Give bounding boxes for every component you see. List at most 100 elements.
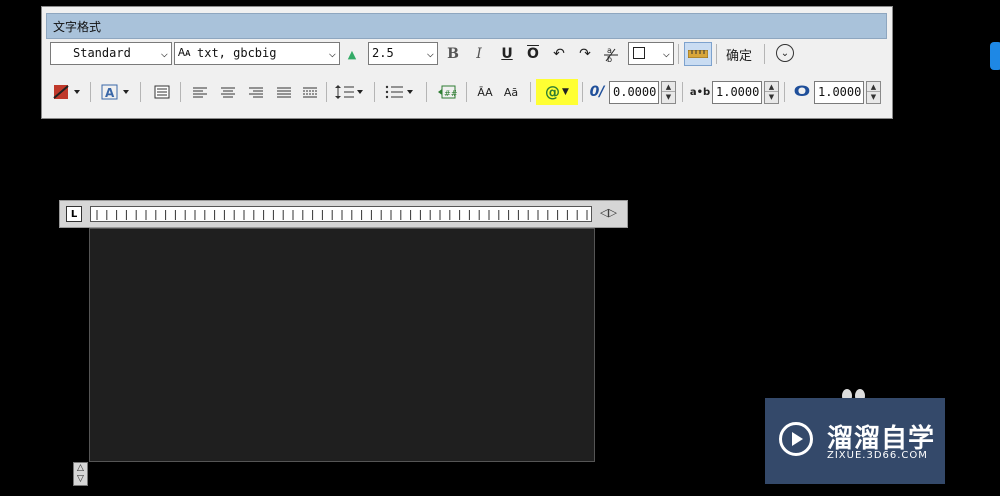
spin-up-icon[interactable]: ▲ xyxy=(662,82,675,92)
spin-down-icon[interactable]: ▼ xyxy=(662,92,675,102)
spin-down-icon[interactable]: ▼ xyxy=(765,92,778,102)
separator xyxy=(582,82,583,102)
font-type-icon: 🗛 xyxy=(178,46,191,59)
paragraph-button[interactable] xyxy=(152,81,172,103)
align-right-icon xyxy=(249,87,263,98)
line-spacing-button[interactable] xyxy=(334,81,368,103)
align-right-button[interactable] xyxy=(246,81,266,103)
tracking-value: 1.0000 xyxy=(716,85,760,99)
separator xyxy=(466,82,467,102)
justify-icon xyxy=(277,87,291,98)
stack-icon[interactable]: ab xyxy=(602,43,620,65)
tracking-input[interactable]: 1.0000 xyxy=(712,81,762,104)
justify-button[interactable] xyxy=(274,81,294,103)
ruler-icon xyxy=(688,50,708,58)
watermark-logo: 溜溜自学 ZIXUE.3D66.COM xyxy=(765,398,945,484)
spin-up-icon[interactable]: ▲ xyxy=(765,82,778,92)
text-height-dropdown[interactable]: 2.5 ⌵ xyxy=(368,42,438,65)
chevron-down-icon: ⌵ xyxy=(426,46,434,60)
numbering-icon xyxy=(385,85,413,99)
oblique-angle-icon: 0/ xyxy=(589,84,605,100)
separator xyxy=(764,44,765,64)
spin-down-icon[interactable]: ▼ xyxy=(867,92,880,102)
style-dropdown[interactable]: Standard ⌵ xyxy=(50,42,172,65)
ruler-scale[interactable] xyxy=(90,206,592,222)
separator xyxy=(426,82,427,102)
symbol-button[interactable]: @ ▼ xyxy=(536,79,578,105)
bold-button[interactable]: B xyxy=(444,43,462,65)
separator xyxy=(326,82,327,102)
separator xyxy=(678,44,679,64)
separator xyxy=(784,82,785,102)
undo-icon[interactable]: ↶ xyxy=(550,43,568,65)
font-dropdown[interactable]: 🗛 txt, gbcbig ⌵ xyxy=(174,42,340,65)
style-value: Standard xyxy=(73,46,131,60)
oblique-angle-input[interactable]: 0.0000 xyxy=(609,81,659,104)
width-factor-value: 1.0000 xyxy=(818,85,862,99)
oblique-angle-value: 0.0000 xyxy=(613,85,657,99)
color-swatch xyxy=(633,47,645,59)
svg-text:b: b xyxy=(607,55,612,63)
justification-icon: A xyxy=(101,84,129,100)
separator xyxy=(682,82,683,102)
ruler-ticks xyxy=(96,210,588,220)
chevron-down-icon: ⌵ xyxy=(160,46,168,60)
columns-button[interactable] xyxy=(52,81,84,103)
tracking-icon: a•b xyxy=(689,86,711,98)
spin-up-icon[interactable]: ▲ xyxy=(867,82,880,92)
play-icon xyxy=(779,422,813,456)
distribute-icon xyxy=(303,87,317,98)
svg-text:A: A xyxy=(105,86,115,100)
height-resize-handle[interactable]: △ ▽ xyxy=(73,462,88,486)
redo-icon[interactable]: ↷ xyxy=(576,43,594,65)
caret-down-icon: ▼ xyxy=(562,87,569,97)
numbering-button[interactable] xyxy=(384,81,418,103)
mtext-editor-area[interactable] xyxy=(89,228,595,462)
lowercase-button[interactable]: Aā xyxy=(500,81,522,103)
columns-icon xyxy=(53,85,80,99)
width-factor-input[interactable]: 1.0000 xyxy=(814,81,864,104)
paragraph-icon xyxy=(154,85,170,99)
tracking-spinner[interactable]: ▲ ▼ xyxy=(764,81,779,104)
color-dropdown[interactable]: ⌵ xyxy=(628,42,674,65)
chevron-down-icon: ⌵ xyxy=(662,46,670,60)
ruler-width-arrows[interactable]: ◁▷ xyxy=(600,206,617,219)
separator xyxy=(716,44,717,64)
font-value: txt, gbcbig xyxy=(197,46,277,60)
width-factor-spinner[interactable]: ▲ ▼ xyxy=(866,81,881,104)
distribute-button[interactable] xyxy=(300,81,320,103)
line-spacing-icon xyxy=(335,85,363,99)
insert-field-icon: ## xyxy=(438,85,457,99)
align-center-button[interactable] xyxy=(218,81,238,103)
symbol-label: @ xyxy=(545,83,561,101)
mtext-justification-button[interactable]: A xyxy=(100,81,134,103)
chevron-down-icon: ⌵ xyxy=(328,46,336,60)
align-left-icon xyxy=(193,87,207,98)
side-panel-tab[interactable] xyxy=(990,42,1000,70)
toolbar-title: 文字格式 xyxy=(53,20,102,34)
separator xyxy=(530,82,531,102)
separator xyxy=(140,82,141,102)
italic-button[interactable]: I xyxy=(470,43,488,65)
separator xyxy=(90,82,91,102)
annotative-icon[interactable]: ▲ xyxy=(344,43,360,65)
screen: 文字格式 Standard ⌵ 🗛 txt, gbcbig ⌵ ▲ 2.5 ⌵ … xyxy=(0,0,1000,496)
svg-text:##: ## xyxy=(444,89,457,98)
underline-button[interactable]: U xyxy=(498,43,516,65)
options-chevron-icon[interactable]: ⌄ xyxy=(776,44,794,62)
insert-field-button[interactable]: ## xyxy=(436,81,458,103)
toolbar-title-bar[interactable]: 文字格式 xyxy=(46,13,887,39)
align-center-icon xyxy=(221,87,235,98)
ruler-toggle-button[interactable] xyxy=(684,42,712,66)
separator xyxy=(374,82,375,102)
watermark-url: ZIXUE.3D66.COM xyxy=(827,450,928,461)
align-left-button[interactable] xyxy=(190,81,210,103)
overline-button[interactable]: O xyxy=(524,43,542,65)
ok-button[interactable]: 确定 xyxy=(722,43,756,65)
tab-type-button[interactable]: L xyxy=(66,206,82,222)
uppercase-button[interactable]: ĀA xyxy=(474,81,496,103)
stack-glyph: ab xyxy=(604,46,618,63)
oblique-angle-spinner[interactable]: ▲ ▼ xyxy=(661,81,676,104)
text-height-value: 2.5 xyxy=(372,46,394,60)
text-ruler[interactable]: L ◁▷ xyxy=(59,200,628,228)
